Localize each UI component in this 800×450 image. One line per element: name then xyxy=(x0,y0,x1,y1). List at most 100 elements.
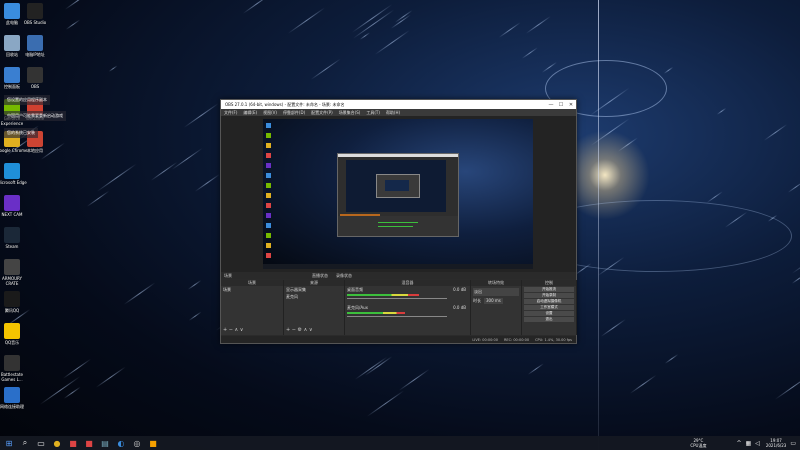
obs-icon xyxy=(27,3,43,19)
preview-taskbar xyxy=(263,264,533,269)
armoury-icon xyxy=(4,259,20,275)
desktop-icon[interactable]: NEXT CAM xyxy=(0,195,27,217)
folder-icon[interactable]: ▤ xyxy=(99,437,111,449)
desktop-icon[interactable]: 网络连接助理 xyxy=(0,387,27,409)
desktop-notification-1: 您设置的应用程序副本 xyxy=(4,95,50,105)
taskview-icon[interactable]: ▭ xyxy=(35,437,47,449)
wallpaper-streak xyxy=(171,147,204,171)
controls-panel: 控制 开始推流 开始录制 启动虚拟摄像机 工作室模式 设置 退出 xyxy=(522,280,577,335)
desktop-icon[interactable]: 腾讯QQ xyxy=(0,291,27,313)
volume-slider[interactable] xyxy=(347,298,447,299)
search-icon[interactable]: ⌕ xyxy=(19,437,31,449)
start-streaming-button[interactable]: 开始推流 xyxy=(524,287,574,292)
obs-small-icon xyxy=(27,67,43,83)
wallpaper-streak xyxy=(629,375,657,395)
desktop-icon[interactable]: ARMOURY CRATE xyxy=(0,259,27,286)
duration-input[interactable]: 300 ms xyxy=(484,298,503,304)
wallpaper-streak xyxy=(707,191,724,204)
wallpaper-streak xyxy=(394,10,413,24)
desktop-icon[interactable]: Steam xyxy=(0,227,27,249)
desktop-icon[interactable]: Battlestate Games L... xyxy=(0,355,27,382)
menu-scene-collection[interactable]: 场景集合(S) xyxy=(339,110,361,116)
desktop-icon-label: 电脑IP地址 xyxy=(25,52,45,57)
scene-label: 场景 xyxy=(224,272,232,278)
scenes-panel: 场景 场景 + − ∧ ∨ xyxy=(221,280,284,335)
clock-date: 2021/6/23 xyxy=(765,443,787,448)
tray-arrow-icon[interactable]: ^ xyxy=(736,440,741,447)
studio-mode-button[interactable]: 工作室模式 xyxy=(524,305,574,310)
menu-file[interactable]: 文件(F) xyxy=(224,110,237,116)
menu-tools[interactable]: 工具(T) xyxy=(366,110,380,116)
chrome-icon[interactable]: ● xyxy=(51,437,63,449)
wallpaper-streak xyxy=(366,389,405,417)
edge-icon[interactable]: ◐ xyxy=(115,437,127,449)
wallpaper-streak xyxy=(359,32,371,40)
transitions-header: 转场特效 xyxy=(471,280,521,286)
clock[interactable]: 19:07 2021/6/23 xyxy=(766,438,787,448)
settings-button[interactable]: 设置 xyxy=(524,311,574,316)
obs-window[interactable]: OBS 27.0.1 (64-bit, windows) - 配置文件: 未命名… xyxy=(220,99,577,344)
source-item-mic[interactable]: 麦克风 xyxy=(284,294,344,300)
wallpaper-streak xyxy=(123,282,155,305)
start-icon[interactable]: ⊞ xyxy=(3,437,15,449)
preview-canvas[interactable] xyxy=(263,119,533,269)
desktop-notification-3: 您的系统已安装 xyxy=(4,128,38,138)
computer-icon xyxy=(4,3,20,19)
wallpaper-streak xyxy=(287,7,325,35)
transitions-panel: 转场特效 淡出 时长 300 ms xyxy=(471,280,522,335)
obs-status-row: 场景 直播状态 录像状态 xyxy=(221,272,576,279)
wallpaper-streak xyxy=(525,15,551,34)
virtual-camera-button[interactable]: 启动虚拟摄像机 xyxy=(524,299,574,304)
start-recording-button[interactable]: 开始录制 xyxy=(524,293,574,298)
desktop-icon-label: Steam xyxy=(5,244,19,249)
wallpaper-streak xyxy=(351,4,393,34)
minimize-button[interactable]: — xyxy=(546,102,556,108)
desktop-icon[interactable]: 电脑IP地址 xyxy=(20,35,50,57)
qq-icon[interactable]: ■ xyxy=(147,437,159,449)
preview-desktop-icon xyxy=(266,243,271,248)
wallpaper-streak xyxy=(65,0,92,10)
desktop-icon[interactable]: Microsoft Edge xyxy=(0,163,27,185)
menu-docks[interactable]: 停靠部件(D) xyxy=(283,110,305,116)
wallpaper-streak xyxy=(151,162,178,182)
preview-desktop-icon xyxy=(266,223,271,228)
preview-desktop-icon xyxy=(266,163,271,168)
menu-view[interactable]: 视图(V) xyxy=(263,110,277,116)
obs-preview-area[interactable] xyxy=(221,116,576,272)
desktop-icon[interactable]: OBS Studio xyxy=(20,3,50,25)
live-status: 直播状态 xyxy=(312,272,328,278)
nested-meter-2 xyxy=(378,226,413,227)
notification-icon[interactable]: ▭ xyxy=(790,440,796,447)
exit-button[interactable]: 退出 xyxy=(524,317,574,322)
volume-slider[interactable] xyxy=(347,316,447,317)
menu-profile[interactable]: 配置文件(P) xyxy=(311,110,333,116)
scenes-toolbar[interactable]: + − ∧ ∨ xyxy=(223,327,243,333)
network-icon[interactable]: ▦ xyxy=(746,440,752,447)
network-icon xyxy=(4,387,20,403)
weather-widget[interactable]: 29°C CPU温度 xyxy=(690,438,706,449)
taskbar: ⊞ ⌕ ▭ ● ■ ■ ▤ ◐ ◎ ■ 29°C CPU温度 ^ ▦ ◁ 19:… xyxy=(0,436,800,450)
wallpaper-streak xyxy=(792,274,800,285)
menu-help[interactable]: 帮助(H) xyxy=(386,110,400,116)
scene-item[interactable]: 场景 xyxy=(221,286,283,294)
preview-nested-obs-window xyxy=(337,153,459,237)
nested-nested-window xyxy=(376,174,420,198)
desktop-icon[interactable]: OBS xyxy=(20,67,50,89)
desktop-icon[interactable]: QQ音乐 xyxy=(0,323,27,345)
duration-label: 时长 xyxy=(473,298,481,303)
footer-rec: REC: 00:00:00 xyxy=(503,337,530,342)
volume-icon[interactable]: ◁ xyxy=(755,440,760,447)
transition-select[interactable]: 淡出 xyxy=(473,288,519,296)
app-icon[interactable]: ■ xyxy=(83,437,95,449)
menu-edit[interactable]: 编辑(E) xyxy=(243,110,257,116)
obs-icon[interactable]: ■ xyxy=(67,437,79,449)
sources-toolbar[interactable]: + − ⚙ ∧ ∨ xyxy=(286,327,313,333)
obs-titlebar[interactable]: OBS 27.0.1 (64-bit, windows) - 配置文件: 未命名… xyxy=(221,100,576,109)
duration-row: 时长 300 ms xyxy=(473,298,519,304)
desktop-icon-label: ARMOURY CRATE xyxy=(1,276,22,286)
close-button[interactable]: ✕ xyxy=(566,102,576,108)
wallpaper-streak xyxy=(95,365,127,388)
steam-icon[interactable]: ◎ xyxy=(131,437,143,449)
source-item-display[interactable]: 显示器采集 xyxy=(284,286,344,294)
maximize-button[interactable]: ☐ xyxy=(556,102,566,108)
